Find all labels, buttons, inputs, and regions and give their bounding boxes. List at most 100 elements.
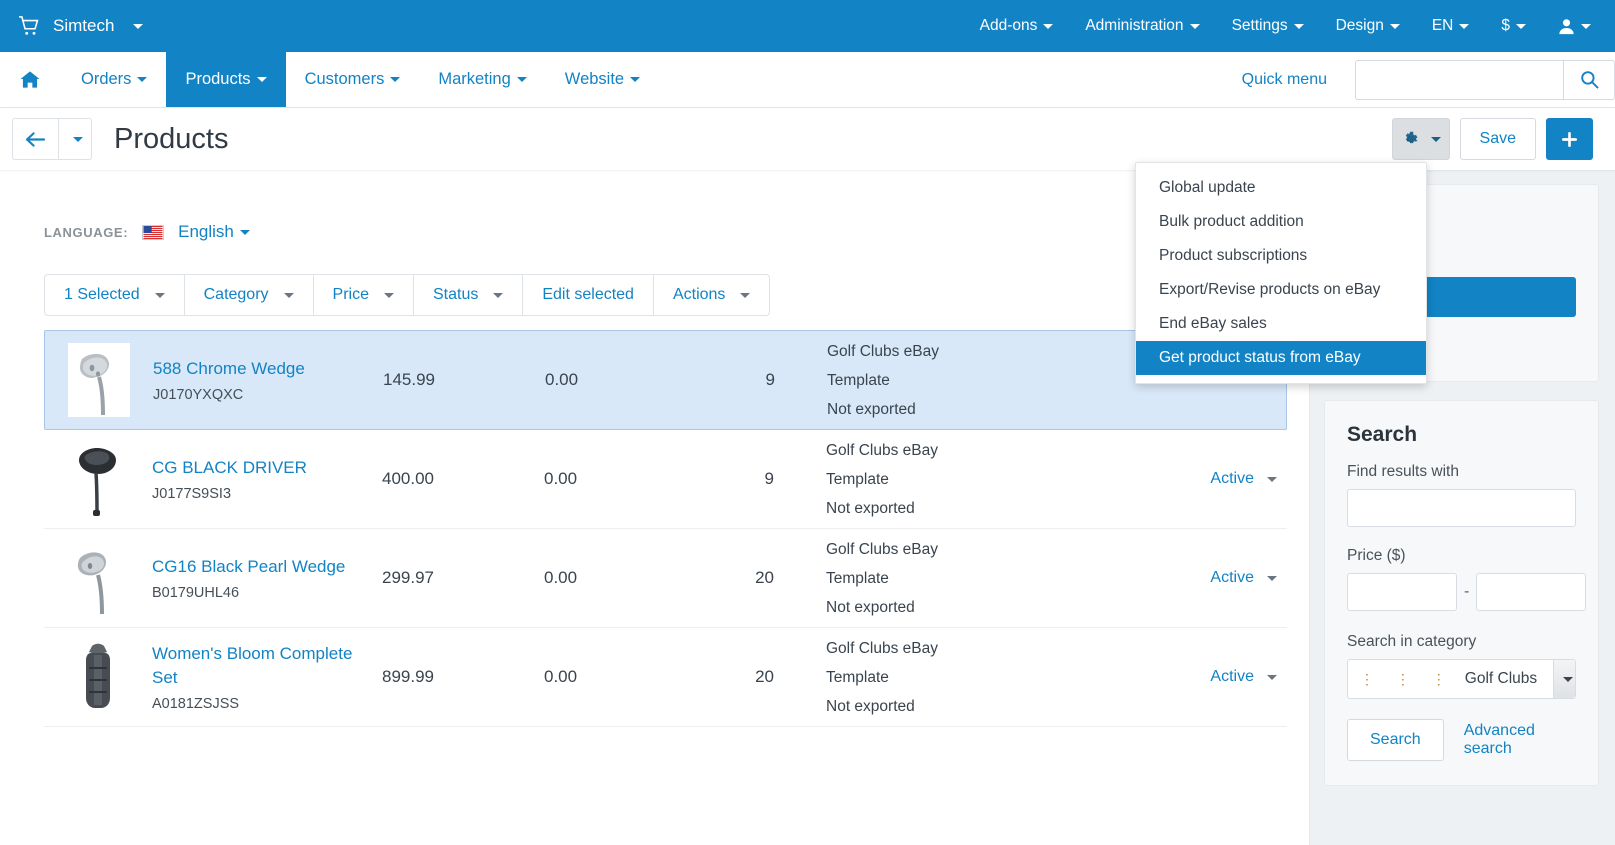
template-line: Not exported [826,598,915,616]
product-status-dropdown[interactable]: Active [1167,430,1287,528]
filter-label: Price [332,286,369,303]
top-bar-right: Add-ons Administration Settings Design E… [964,0,1615,52]
product-link[interactable]: 588 Chrome Wedge [153,357,305,381]
product-template-cell: Golf Clubs eBay Template Not exported [827,331,1166,429]
product-sku: J0170YXQXC [153,387,244,403]
product-thumbnail [44,430,152,528]
search-button[interactable] [1563,59,1615,100]
table-row[interactable]: 588 Chrome Wedge J0170YXQXC 145.99 0.00 … [44,330,1287,430]
search-panel-title: Search [1347,423,1418,446]
template-line: Template [826,569,889,587]
filter-category[interactable]: Category [185,275,314,315]
products-table: 588 Chrome Wedge J0170YXQXC 145.99 0.00 … [44,330,1287,727]
template-line: Not exported [826,499,915,517]
topbar-item-settings[interactable]: Settings [1216,0,1320,52]
advanced-search-link[interactable]: Advanced search [1464,722,1576,758]
save-button[interactable]: Save [1459,118,1536,160]
product-sku: A0181ZSJSS [152,696,240,712]
template-line: Not exported [826,697,915,715]
nav-item-orders[interactable]: Orders [62,52,166,107]
wedge2-thumb-icon [67,541,129,615]
topbar-item-administration[interactable]: Administration [1069,0,1215,52]
table-row[interactable]: Women's Bloom Complete Set A0181ZSJSS 89… [44,628,1287,727]
product-name-cell: 588 Chrome Wedge J0170YXQXC [153,331,375,429]
nav-item-website[interactable]: Website [546,52,659,107]
select-arrow-icon [1553,660,1575,698]
nav-item-marketing[interactable]: Marketing [419,52,545,107]
product-name-cell: CG BLACK DRIVER J0177S9SI3 [152,430,374,528]
topbar-label: Add-ons [979,17,1038,34]
menu-item-bulk-product-addition[interactable]: Bulk product addition [1136,205,1426,239]
filter-label: 1 Selected [64,286,140,303]
topbar-item-currency[interactable]: $ [1485,0,1542,52]
menu-item-export-revise-products-on-ebay[interactable]: Export/Revise products on eBay [1136,273,1426,307]
topbar-label: $ [1501,17,1510,34]
product-link[interactable]: CG BLACK DRIVER [152,456,307,480]
product-sku: B0179UHL46 [152,585,240,601]
topbar-label: Administration [1085,17,1184,34]
menu-item-end-ebay-sales[interactable]: End eBay sales [1136,307,1426,341]
price-to-input[interactable] [1476,573,1587,611]
template-line: Template [827,371,890,389]
actions-dropdown[interactable]: Actions [654,275,769,315]
filter-toolbar: 1 Selected Category Price Status Edit se… [44,274,771,316]
language-value[interactable]: English [178,222,250,242]
nav-item-customers[interactable]: Customers [286,52,420,107]
nav-home-button[interactable] [0,52,62,107]
menu-item-product-subscriptions[interactable]: Product subscriptions [1136,239,1426,273]
home-icon [20,70,40,89]
topbar-label: Design [1335,17,1384,34]
topbar-item-language[interactable]: EN [1416,0,1486,52]
menu-item-global-update[interactable]: Global update [1136,171,1426,205]
chevron-down-icon [516,77,527,82]
page-title: Products [114,122,229,155]
plus-icon [1561,131,1578,148]
product-list-price: 0.00 [544,667,578,686]
template-line: Golf Clubs eBay [826,540,938,558]
product-status-dropdown[interactable]: Active [1167,529,1287,627]
product-status-dropdown[interactable]: Active [1167,628,1287,726]
main-nav: Orders Products Customers Marketing Webs… [0,52,1615,108]
price-from-input[interactable] [1347,573,1457,611]
table-row[interactable]: CG16 Black Pearl Wedge B0179UHL46 299.97… [44,529,1287,628]
tools-dropdown-menu: Global update Bulk product addition Prod… [1135,162,1427,384]
product-link[interactable]: Women's Bloom Complete Set [152,642,374,690]
chevron-down-icon [1267,674,1277,680]
search-input[interactable] [1355,59,1563,100]
price-range-dash: - [1464,583,1470,600]
menu-item-get-product-status-from-ebay[interactable]: Get product status from eBay [1136,341,1426,375]
find-results-input[interactable] [1347,489,1576,527]
chevron-down-icon [493,292,504,298]
chevron-down-icon [1189,23,1200,29]
product-thumbnail [44,529,152,627]
driver-thumb-icon [67,442,129,516]
chevron-down-icon [73,136,83,142]
product-link[interactable]: CG16 Black Pearl Wedge [152,555,345,579]
table-row[interactable]: CG BLACK DRIVER J0177S9SI3 400.00 0.00 9… [44,430,1287,529]
back-dropdown-button[interactable] [59,118,92,160]
add-product-button[interactable] [1546,118,1593,160]
filter-price[interactable]: Price [314,275,414,315]
price-range-label: Price ($) [1347,547,1406,564]
product-quantity: 9 [764,469,774,488]
nav-item-products[interactable]: Products [166,52,286,107]
topbar-item-addons[interactable]: Add-ons [964,0,1070,52]
products-card: LANGUAGE: English 1 Selected Category Pr… [0,170,1310,845]
search-submit-button[interactable]: Search [1347,719,1444,761]
back-button[interactable] [12,118,59,160]
chevron-down-icon [239,230,250,236]
main-column: LANGUAGE: English 1 Selected Category Pr… [0,170,1310,845]
filter-status[interactable]: Status [414,275,524,315]
tools-dropdown-button[interactable] [1391,118,1450,160]
edit-selected-button[interactable]: Edit selected [523,275,654,315]
page-header: Products Save [0,108,1615,170]
chevron-down-icon [1516,23,1526,29]
brand-menu[interactable]: Simtech [0,16,144,36]
topbar-item-account[interactable] [1542,0,1615,52]
search-category-select-wrap: ⋮ ⋮ ⋮ Golf Clubs [1347,659,1576,699]
filter-selected-count[interactable]: 1 Selected [45,275,185,315]
filter-label: Actions [672,286,726,303]
search-category-select[interactable]: ⋮ ⋮ ⋮ Golf Clubs [1347,659,1576,699]
quick-menu-link[interactable]: Quick menu [1214,71,1355,89]
topbar-item-design[interactable]: Design [1320,0,1416,52]
